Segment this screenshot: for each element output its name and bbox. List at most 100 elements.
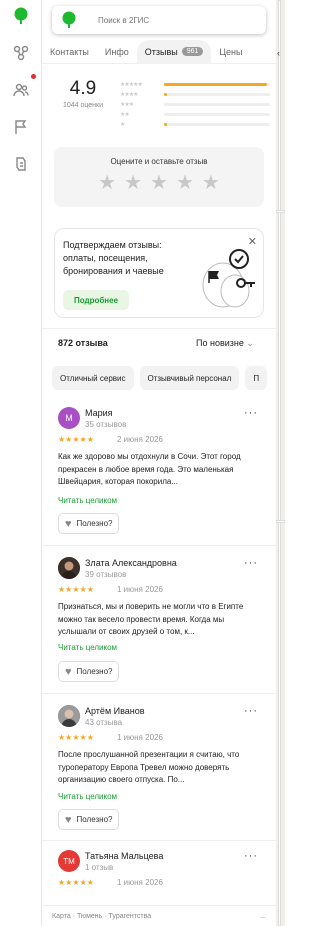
chip[interactable]: Отличный сервис	[52, 366, 134, 390]
rating-bar-stars: ★	[120, 121, 125, 128]
avatar[interactable]	[58, 705, 80, 727]
rate-stars: ★ ★ ★ ★ ★	[54, 173, 264, 193]
avatar-photo-icon	[58, 705, 80, 727]
review-tag-chips: Отличный сервис Отзывчивый персонал П	[52, 366, 276, 390]
tab-contacts[interactable]: Контакты	[42, 40, 97, 64]
reviewer-name[interactable]: Мария	[85, 408, 113, 418]
rating-distribution: ★★★★★ ★★★★ ★★★ ★★ ★	[120, 80, 270, 130]
rating-bar-row: ★★★★	[120, 90, 270, 98]
friends-icon[interactable]	[11, 80, 31, 100]
flag-icon[interactable]	[11, 117, 31, 137]
map-area[interactable]: ‹	[276, 0, 285, 926]
tab-info[interactable]: Инфо	[97, 40, 137, 64]
rate-star-2[interactable]: ★	[124, 173, 142, 193]
divider	[42, 693, 276, 694]
rate-star-1[interactable]: ★	[98, 173, 116, 193]
divider	[42, 328, 276, 329]
review-text: Как же здорово мы отдохнули в Сочи. Этот…	[58, 452, 241, 486]
rating-bar-row: ★	[120, 120, 270, 128]
review-date: 2 июня 2026	[117, 435, 163, 444]
tab-label: Контакты	[50, 46, 89, 57]
guide-icon[interactable]	[11, 154, 31, 174]
routes-icon[interactable]	[11, 43, 31, 63]
more-options-icon[interactable]: ···	[244, 407, 258, 419]
avatar-photo-icon	[58, 557, 80, 579]
promo-text: Подтверждаем отзывы: оплаты, посещения, …	[63, 240, 164, 276]
rating-bar-stars: ★★★★★	[120, 81, 143, 88]
tab-label: Инфо	[104, 46, 129, 57]
2gis-search-logo-icon	[62, 11, 76, 28]
tab-label: Отзывы	[144, 46, 178, 57]
rating-summary: 4.9 1044 оценки	[54, 78, 112, 109]
rate-and-review-box: Оцените и оставьте отзыв ★ ★ ★ ★ ★	[54, 147, 264, 207]
place-panel: Контакты Инфо Отзывы961 Цены 4.9 1044 оц…	[42, 0, 276, 926]
read-more-link[interactable]: Читать целиком	[58, 643, 117, 652]
search-bar[interactable]	[52, 6, 266, 34]
heart-icon: ♥	[65, 517, 72, 530]
chevron-down-icon: ⌄	[246, 338, 254, 348]
divider	[42, 545, 276, 546]
2gis-logo-icon[interactable]	[11, 6, 31, 26]
tab-label: Цены	[219, 46, 243, 57]
rating-bar-track	[164, 122, 270, 126]
avatar[interactable]	[58, 557, 80, 579]
reviewer-review-count: 39 отзывов	[85, 570, 127, 579]
rating-bar-row: ★★	[120, 110, 270, 118]
rate-star-3[interactable]: ★	[150, 173, 168, 193]
footer-breadcrumb: Карта · Тюмень · Турагентства ...	[42, 905, 276, 926]
review-text: После прослушанной презентации я считаю,…	[58, 750, 240, 784]
review-date: 1 июня 2026	[117, 585, 163, 594]
read-more-link[interactable]: Читать целиком	[58, 792, 117, 801]
rating-bar-fill	[164, 82, 267, 86]
reviewer-name[interactable]: Артём Иванов	[85, 706, 145, 716]
sort-dropdown[interactable]: По новизне ⌄	[196, 338, 254, 349]
rate-star-5[interactable]: ★	[202, 173, 220, 193]
chip[interactable]: П	[245, 366, 268, 390]
reviewer-review-count: 35 отзывов	[85, 420, 127, 429]
useful-button[interactable]: ♥ Полезно?	[58, 513, 120, 534]
divider	[42, 840, 276, 841]
breadcrumb[interactable]: Карта · Тюмень · Турагентства	[52, 913, 151, 920]
footer-more-icon[interactable]: ...	[260, 913, 266, 920]
review-date: 1 июня 2026	[117, 733, 163, 742]
chip[interactable]: Отзывчивый персонал	[139, 366, 240, 390]
review-stars: ★★★★★	[58, 878, 94, 887]
reviewer-review-count: 43 отзыва	[85, 718, 123, 727]
side-rail	[0, 0, 42, 926]
rating-value: 4.9	[69, 78, 97, 99]
rating-bar-stars: ★★★★	[120, 91, 139, 98]
verified-reviews-promo: Подтверждаем отзывы: оплаты, посещения, …	[54, 228, 264, 318]
reviewer-review-count: 1 отзыв	[85, 863, 114, 872]
useful-button[interactable]: ♥ Полезно?	[58, 661, 120, 682]
tab-reviews[interactable]: Отзывы 961	[136, 39, 212, 64]
more-options-icon[interactable]: ···	[244, 557, 258, 569]
notification-dot	[31, 74, 36, 79]
reviews-count-badge: 961	[181, 47, 204, 56]
tab-prices[interactable]: Цены	[211, 40, 250, 64]
review-text: Признаться, мы и поверить не могли что в…	[58, 602, 244, 636]
heart-icon: ♥	[65, 813, 72, 826]
reviewer-name[interactable]: Татьяна Мальцева	[85, 851, 163, 861]
more-options-icon[interactable]: ···	[244, 705, 258, 717]
rate-star-4[interactable]: ★	[176, 173, 194, 193]
rating-bar-track	[164, 92, 270, 96]
rating-bar-row: ★★★	[120, 100, 270, 108]
promo-details-button[interactable]: Подробнее	[63, 290, 129, 310]
review-date: 1 июня 2026	[117, 878, 163, 887]
more-options-icon[interactable]: ···	[244, 850, 258, 862]
avatar[interactable]: ТМ	[58, 850, 80, 872]
avatar[interactable]: М	[58, 407, 80, 429]
search-input[interactable]	[98, 15, 248, 25]
rate-box-title: Оцените и оставьте отзыв	[110, 157, 208, 166]
rating-bar-stars: ★★★	[120, 101, 134, 108]
useful-label: Полезно?	[76, 815, 113, 824]
rating-bar-track	[164, 82, 270, 86]
rating-bar-track	[164, 112, 270, 116]
read-more-link[interactable]: Читать целиком	[58, 496, 117, 505]
useful-label: Полезно?	[76, 519, 113, 528]
reviewer-name[interactable]: Злата Александровна	[85, 558, 177, 568]
sort-label: По новизне	[196, 338, 244, 348]
promo-illustration-icon	[202, 249, 255, 308]
map-arrow-icon[interactable]: ‹	[277, 48, 280, 58]
useful-button[interactable]: ♥ Полезно?	[58, 809, 120, 830]
